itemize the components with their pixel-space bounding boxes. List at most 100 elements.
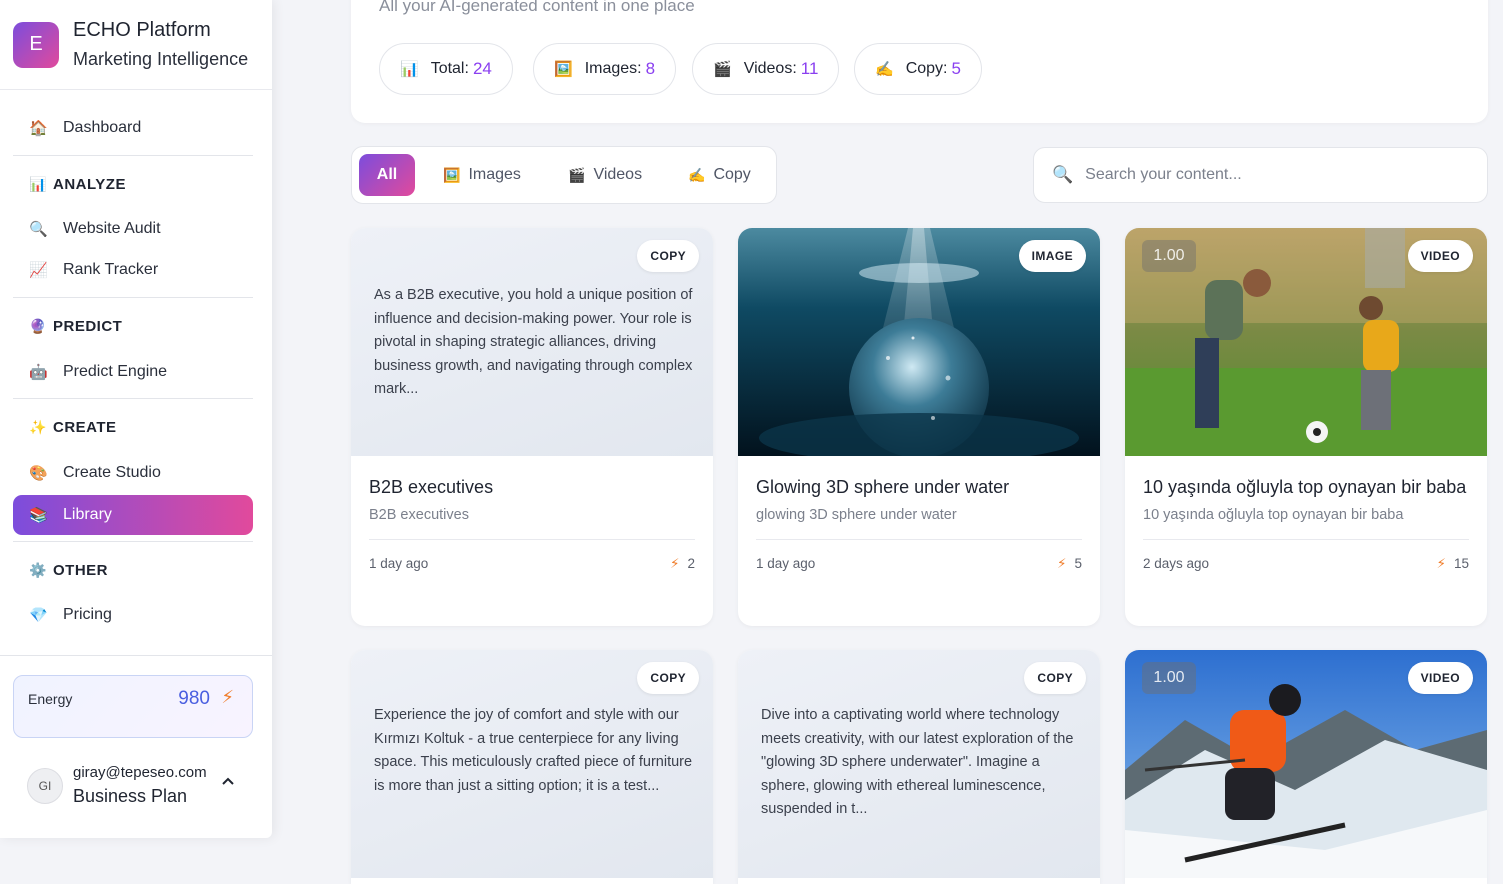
divider: [13, 541, 253, 542]
card-title: Glowing 3D sphere under water: [756, 477, 1010, 497]
sidebar-item-predict-engine[interactable]: 🤖 Predict Engine: [13, 352, 253, 392]
card-time: 1 day ago: [369, 556, 429, 571]
stat-value: 24: [472, 59, 492, 78]
lightning-icon: ⚡: [670, 556, 680, 571]
content-card[interactable]: Dive into a captivating world where tech…: [738, 650, 1100, 884]
sidebar-item-website-audit[interactable]: 🔍 Website Audit: [13, 209, 253, 249]
divider: [13, 155, 253, 156]
search-input[interactable]: [1085, 166, 1446, 184]
stat-copy: ✍️ Copy: 5: [854, 43, 982, 95]
sidebar-item-label: Dashboard: [63, 119, 142, 136]
stat-label: Images:: [584, 60, 642, 77]
gem-icon: 💎: [29, 607, 48, 624]
gear-icon: ⚙️: [29, 561, 47, 578]
tab-videos[interactable]: 🎬 Videos: [568, 154, 642, 196]
tab-label: Images: [468, 166, 521, 183]
brand-subtitle: Marketing Intelligence: [73, 48, 249, 69]
brand-text: ECHO Platform Marketing Intelligence: [73, 16, 248, 74]
stat-value: 11: [800, 59, 819, 78]
user-plan: Business Plan: [73, 786, 188, 806]
card-video: 1.00 VIDEO: [1125, 650, 1487, 878]
divider: [13, 297, 253, 298]
sidebar-item-dashboard[interactable]: 🏠 Dashboard: [13, 108, 253, 148]
brand[interactable]: E ECHO Platform Marketing Intelligence: [0, 0, 272, 90]
tab-all[interactable]: All: [359, 154, 415, 196]
video-timecode: 1.00: [1142, 662, 1196, 694]
section-other: ⚙️ OTHER: [13, 555, 108, 585]
energy-label: Energy: [28, 691, 73, 707]
credits-value: 2: [687, 556, 695, 571]
sidebar-item-library[interactable]: 📚 Library: [13, 495, 253, 535]
energy-value: 980: [178, 688, 210, 709]
card-body: B2B executives B2B executives 1 day ago …: [351, 456, 713, 587]
section-create: ✨ CREATE: [13, 412, 117, 442]
chart-icon: 📊: [29, 175, 47, 192]
writing-hand-icon: ✍️: [688, 166, 706, 183]
type-badge: IMAGE: [1018, 240, 1086, 272]
credits-value: 5: [1074, 556, 1082, 571]
card-body: Glowing 3D sphere under water glowing 3D…: [738, 456, 1100, 587]
section-label: ANALYZE: [53, 175, 126, 193]
section-label: PREDICT: [53, 317, 123, 335]
brand-logo: E: [13, 21, 59, 68]
tab-label: Copy: [713, 166, 751, 183]
copy-preview: As a B2B executive, you hold a unique po…: [351, 228, 713, 456]
sidebar-item-label: Website Audit: [63, 220, 161, 237]
library-header: All your AI-generated content in one pla…: [351, 0, 1488, 123]
content-card[interactable]: As a B2B executive, you hold a unique po…: [351, 228, 713, 626]
clapper-icon: 🎬: [568, 166, 586, 183]
card-credits: ⚡ 15: [1436, 556, 1469, 587]
user-email: giray@tepeseo.com: [73, 764, 207, 781]
card-footer: 1 day ago ⚡ 2: [369, 539, 695, 587]
content-card[interactable]: 1.00 VIDEO: [1125, 650, 1487, 884]
card-image: IMAGE: [738, 228, 1100, 456]
card-title: B2B executives: [369, 477, 494, 497]
card-time: 1 day ago: [756, 556, 816, 571]
type-badge: COPY: [1024, 662, 1086, 694]
card-body: 10 yaşında oğluyla top oynayan bir baba …: [1125, 456, 1487, 587]
filter-tabs: All 🖼️ Images 🎬 Videos ✍️ Copy: [351, 146, 777, 204]
lightning-icon: ⚡: [221, 687, 234, 707]
copy-preview-text: Dive into a captivating world where tech…: [761, 707, 1074, 817]
search-icon: 🔍: [29, 221, 48, 238]
type-badge: COPY: [637, 240, 699, 272]
content-card[interactable]: Experience the joy of comfort and style …: [351, 650, 713, 884]
content-card[interactable]: 1.00 VIDEO 10 yaşında oğluyla top oynaya…: [1125, 228, 1487, 626]
card-description: glowing 3D sphere under water: [756, 507, 957, 523]
copy-preview-text: As a B2B executive, you hold a unique po…: [374, 287, 693, 397]
stat-value: 5: [951, 59, 961, 78]
crystal-ball-icon: 🔮: [29, 317, 47, 334]
stat-videos: 🎬 Videos: 11: [692, 43, 840, 95]
sidebar-item-label: Library: [63, 506, 112, 523]
robot-icon: 🤖: [29, 364, 48, 381]
card-time: 2 days ago: [1143, 556, 1210, 571]
stat-label: Copy:: [905, 60, 948, 77]
section-label: CREATE: [53, 418, 117, 436]
copy-preview-text: Experience the joy of comfort and style …: [374, 707, 693, 794]
sparkles-icon: ✨: [29, 418, 47, 435]
chevron-up-icon[interactable]: [221, 776, 235, 786]
card-video: 1.00 VIDEO: [1125, 228, 1487, 456]
card-title: 10 yaşında oğluyla top oynayan bir baba: [1143, 477, 1467, 497]
brand-title: ECHO Platform: [73, 18, 211, 41]
stat-value: 8: [645, 59, 656, 78]
content-card[interactable]: IMAGE Glowing 3D sphere under water glow…: [738, 228, 1100, 626]
image-icon: 🖼️: [554, 61, 573, 78]
sidebar-item-pricing[interactable]: 💎 Pricing: [13, 595, 253, 635]
copy-preview: Experience the joy of comfort and style …: [351, 650, 713, 878]
search-box[interactable]: 🔍: [1033, 147, 1488, 203]
clapper-icon: 🎬: [713, 61, 732, 78]
image-icon: 🖼️: [443, 166, 461, 183]
card-description: B2B executives: [369, 507, 469, 523]
type-badge: VIDEO: [1407, 240, 1473, 272]
sidebar-item-label: Pricing: [63, 606, 112, 623]
sidebar-item-create-studio[interactable]: 🎨 Create Studio: [13, 453, 253, 493]
divider: [0, 655, 272, 656]
sidebar-item-rank-tracker[interactable]: 📈 Rank Tracker: [13, 250, 253, 290]
tab-images[interactable]: 🖼️ Images: [443, 154, 521, 196]
page-subtitle: All your AI-generated content in one pla…: [379, 0, 695, 15]
tab-copy[interactable]: ✍️ Copy: [688, 154, 751, 196]
home-icon: 🏠: [29, 120, 48, 137]
user-menu[interactable]: GI giray@tepeseo.com Business Plan: [13, 758, 253, 814]
energy-panel[interactable]: Energy 980 ⚡: [13, 675, 253, 738]
